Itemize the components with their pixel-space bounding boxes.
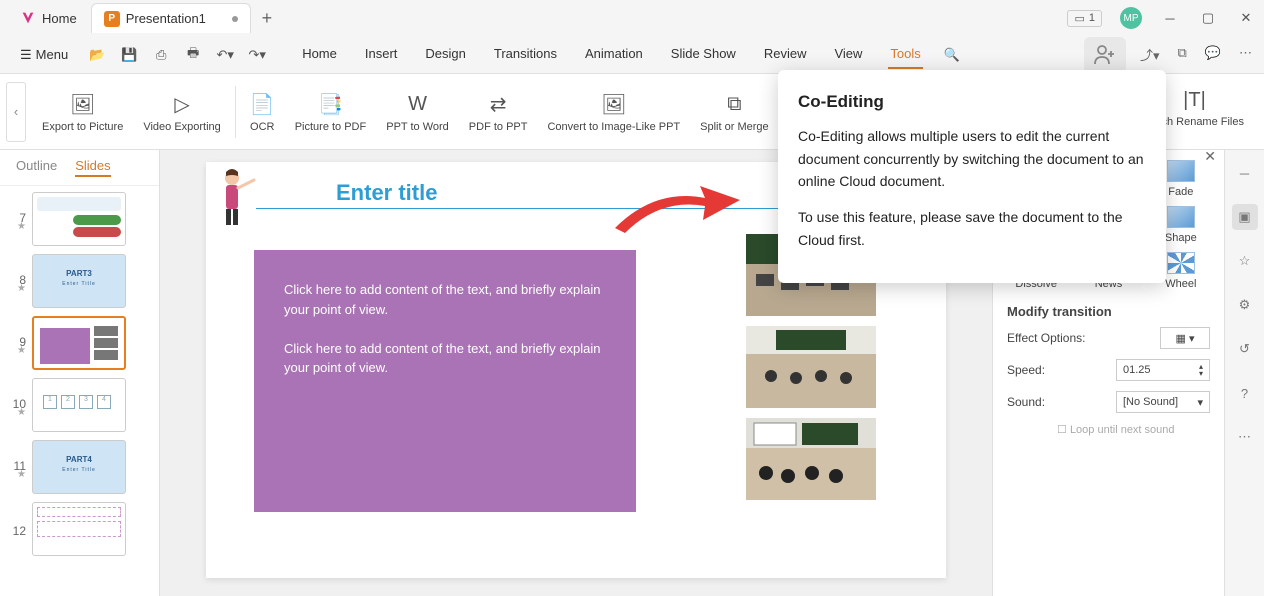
screenshot-icon[interactable]: ⧉ bbox=[1178, 45, 1187, 64]
teacher-clipart-icon bbox=[216, 168, 256, 228]
share-icon[interactable]: ⤴▾ bbox=[1140, 45, 1160, 64]
effect-options-dropdown[interactable]: ▦ ▾ bbox=[1160, 327, 1210, 349]
speed-input[interactable]: 01.25▴▾ bbox=[1116, 359, 1210, 381]
redo-icon[interactable]: ↷▾ bbox=[246, 44, 268, 66]
thumbnail-9[interactable] bbox=[32, 316, 126, 370]
menu-review[interactable]: Review bbox=[762, 40, 809, 69]
slide-image-3[interactable] bbox=[746, 418, 876, 500]
menu-animation[interactable]: Animation bbox=[583, 40, 645, 69]
menu-view[interactable]: View bbox=[832, 40, 864, 69]
split-merge-button[interactable]: ⧉Split or Merge bbox=[690, 87, 778, 137]
menu-insert[interactable]: Insert bbox=[363, 40, 400, 69]
video-icon: ▷ bbox=[174, 91, 189, 119]
wps-logo-icon bbox=[20, 10, 36, 26]
sound-dropdown[interactable]: [No Sound]▾ bbox=[1116, 391, 1210, 413]
more-sidebar-icon[interactable]: ⋯ bbox=[1232, 424, 1258, 450]
document-tab[interactable]: P Presentation1 bbox=[91, 3, 251, 33]
menu-design[interactable]: Design bbox=[423, 40, 467, 69]
slide-panel: Outline Slides 7★ 8★PART3Enter Title 9★ … bbox=[0, 150, 160, 596]
person-plus-icon bbox=[1092, 43, 1118, 67]
title-bar: Home P Presentation1 + ▭ 1 MP ─ ▢ ✕ bbox=[0, 0, 1264, 36]
ocr-button[interactable]: 📄OCR bbox=[240, 87, 285, 137]
pdf-icon: 📑 bbox=[318, 91, 343, 119]
thumbnail-7[interactable] bbox=[32, 192, 126, 246]
home-tab-label: Home bbox=[42, 11, 77, 26]
close-panel-button[interactable]: ✕ bbox=[1204, 148, 1216, 165]
tooltip-paragraph-1: Co-Editing allows multiple users to edit… bbox=[798, 125, 1146, 192]
user-avatar[interactable]: MP bbox=[1120, 7, 1142, 29]
menu-slideshow[interactable]: Slide Show bbox=[669, 40, 738, 69]
slide-image-2[interactable] bbox=[746, 326, 876, 408]
open-icon[interactable]: 📂 bbox=[86, 44, 108, 66]
more-icon[interactable]: ⋯ bbox=[1239, 45, 1252, 64]
convert-image-ppt-button[interactable]: 🖼Convert to Image-Like PPT bbox=[537, 87, 690, 137]
video-exporting-button[interactable]: ▷Video Exporting bbox=[133, 87, 230, 137]
modify-transition-label: Modify transition bbox=[1007, 304, 1210, 319]
speed-label: Speed: bbox=[1007, 363, 1045, 377]
thumbnail-8[interactable]: PART3Enter Title bbox=[32, 254, 126, 308]
home-tab[interactable]: Home bbox=[8, 3, 89, 33]
menu-bar: ☰ Menu 📂 💾 ⎙ 🖶 ↶▾ ↷▾ Home Insert Design … bbox=[0, 36, 1264, 74]
word-icon: W bbox=[408, 91, 427, 119]
favorites-icon[interactable]: ☆ bbox=[1232, 248, 1258, 274]
undo-icon[interactable]: ↶▾ bbox=[214, 44, 236, 66]
history-icon[interactable]: ↺ bbox=[1232, 336, 1258, 362]
transitions-sidebar-icon[interactable]: ▣ bbox=[1232, 204, 1258, 230]
tooltip-paragraph-2: To use this feature, please save the doc… bbox=[798, 206, 1146, 251]
loop-checkbox[interactable]: ☐ bbox=[1057, 424, 1067, 436]
effect-options-label: Effect Options: bbox=[1007, 331, 1086, 345]
co-editing-tooltip: Co-Editing Co-Editing allows multiple us… bbox=[778, 70, 1166, 283]
minimize-button[interactable]: ─ bbox=[1160, 8, 1180, 28]
ppt-to-word-button[interactable]: WPPT to Word bbox=[376, 87, 459, 137]
new-tab-button[interactable]: + bbox=[253, 4, 281, 32]
save-icon[interactable]: 💾 bbox=[118, 44, 140, 66]
presentation-icon: P bbox=[104, 11, 120, 27]
convert-icon: ⇄ bbox=[490, 91, 507, 119]
tooltip-title: Co-Editing bbox=[798, 88, 1146, 115]
co-editing-button[interactable] bbox=[1084, 37, 1126, 73]
menu-button[interactable]: ☰ Menu bbox=[12, 43, 76, 67]
print-icon[interactable]: 🖶 bbox=[182, 44, 204, 66]
menu-transitions[interactable]: Transitions bbox=[492, 40, 559, 69]
maximize-button[interactable]: ▢ bbox=[1198, 8, 1218, 28]
chat-icon[interactable]: 💬 bbox=[1205, 45, 1221, 64]
callout-arrow-icon bbox=[605, 178, 745, 238]
picture-icon: 🖼 bbox=[70, 91, 95, 119]
hamburger-icon: ☰ bbox=[20, 47, 32, 63]
ribbon-scroll-left[interactable]: ‹ bbox=[6, 82, 26, 142]
help-icon[interactable]: ? bbox=[1232, 380, 1258, 406]
ocr-icon: 📄 bbox=[250, 91, 275, 119]
export-to-picture-button[interactable]: 🖼Export to Picture bbox=[32, 87, 133, 137]
search-icon[interactable]: 🔍 bbox=[941, 44, 963, 66]
image-ppt-icon: 🖼 bbox=[601, 91, 626, 119]
picture-to-pdf-button[interactable]: 📑Picture to PDF bbox=[285, 87, 377, 137]
menu-tools[interactable]: Tools bbox=[888, 40, 922, 69]
thumbnails-list: 7★ 8★PART3Enter Title 9★ 10★1234 11★PART… bbox=[0, 186, 159, 570]
sound-label: Sound: bbox=[1007, 395, 1045, 409]
settings-icon[interactable]: ⚙ bbox=[1232, 292, 1258, 318]
slides-tab[interactable]: Slides bbox=[75, 158, 110, 177]
document-tab-label: Presentation1 bbox=[126, 11, 206, 26]
split-icon: ⧉ bbox=[727, 91, 741, 119]
collapse-icon[interactable]: ─ bbox=[1232, 160, 1258, 186]
slide-title[interactable]: Enter title bbox=[336, 180, 437, 206]
page-indicator[interactable]: ▭ 1 bbox=[1067, 10, 1102, 27]
right-sidebar: ─ ▣ ☆ ⚙ ↺ ? ⋯ bbox=[1224, 150, 1264, 596]
menu-home[interactable]: Home bbox=[300, 40, 339, 69]
unsaved-dot-icon bbox=[232, 16, 238, 22]
pdf-to-ppt-button[interactable]: ⇄PDF to PPT bbox=[459, 87, 538, 137]
rename-icon: |T| bbox=[1183, 86, 1206, 114]
thumbnail-11[interactable]: PART4Enter Title bbox=[32, 440, 126, 494]
export-icon[interactable]: ⎙ bbox=[150, 44, 172, 66]
close-button[interactable]: ✕ bbox=[1236, 8, 1256, 28]
content-placeholder[interactable]: Click here to add content of the text, a… bbox=[254, 250, 636, 512]
outline-tab[interactable]: Outline bbox=[16, 158, 57, 177]
thumbnail-10[interactable]: 1234 bbox=[32, 378, 126, 432]
thumbnail-12[interactable] bbox=[32, 502, 126, 556]
